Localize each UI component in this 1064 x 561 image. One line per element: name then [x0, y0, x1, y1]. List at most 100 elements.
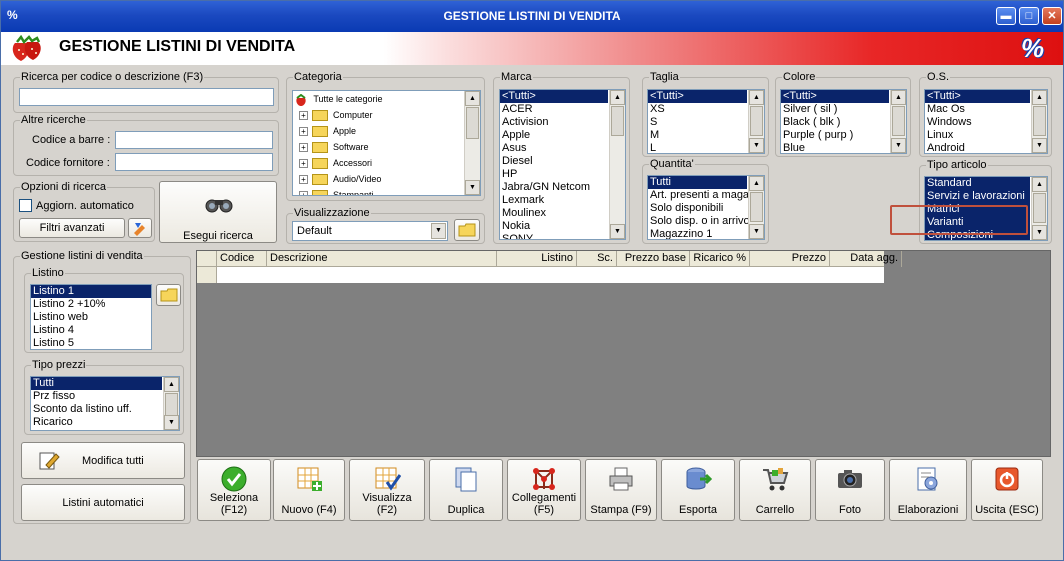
list-item[interactable]: Diesel — [500, 155, 608, 168]
table-row[interactable] — [197, 267, 884, 283]
column-header[interactable]: Codice — [217, 251, 267, 267]
scroll-down-arrow-icon[interactable]: ▼ — [610, 224, 625, 239]
expand-plus-icon[interactable]: + — [299, 111, 308, 121]
list-item[interactable]: Tutti — [31, 377, 162, 390]
chevron-down-icon[interactable]: ▼ — [431, 223, 446, 239]
expand-plus-icon[interactable]: + — [299, 127, 308, 137]
list-item[interactable]: Jabra/GN Netcom — [500, 181, 608, 194]
scroll-down-arrow-icon[interactable]: ▼ — [465, 180, 480, 195]
camera-button[interactable]: Foto — [815, 459, 885, 521]
list-item[interactable]: Listino 4 — [31, 324, 151, 337]
auto-update-checkbox[interactable] — [19, 199, 32, 212]
list-item[interactable]: Apple — [500, 129, 608, 142]
column-header[interactable]: Descrizione — [267, 251, 497, 267]
list-item[interactable]: Black ( blk ) — [781, 116, 889, 129]
auto-lists-button[interactable]: Listini automatici — [21, 484, 185, 521]
scroll-down-arrow-icon[interactable]: ▼ — [164, 415, 179, 430]
list-item[interactable]: <Tutti> — [648, 90, 747, 103]
view-folder-button[interactable] — [454, 219, 480, 241]
list-scrollbar[interactable]: ▲ ▼ — [748, 90, 764, 153]
column-header[interactable]: Sc. — [577, 251, 617, 267]
list-item[interactable]: M — [648, 129, 747, 142]
advanced-filters-button[interactable]: Filtri avanzati — [19, 218, 125, 238]
color-list[interactable]: <Tutti> Silver ( sil ) Black ( blk ) Purple… — [780, 89, 907, 154]
os-list[interactable]: <Tutti> Mac Os Windows Linux Android ▲ ▼ — [924, 89, 1048, 154]
scroll-up-arrow-icon[interactable]: ▲ — [465, 91, 480, 106]
process-button[interactable]: Elaborazioni — [889, 459, 967, 521]
column-header[interactable]: Prezzo base — [617, 251, 690, 267]
expand-plus-icon[interactable]: + — [299, 191, 308, 195]
list-item[interactable]: Prz fisso — [31, 390, 162, 403]
barcode-input[interactable] — [115, 131, 273, 149]
view-select[interactable]: Default ▼ — [292, 221, 448, 241]
run-search-button[interactable]: Esegui ricerca — [159, 181, 277, 243]
filter-edit-button[interactable] — [128, 218, 152, 238]
category-item[interactable]: + Audio/Video — [293, 171, 480, 187]
category-item[interactable]: + Apple — [293, 123, 480, 139]
category-scrollbar[interactable]: ▲ ▼ — [464, 91, 480, 195]
list-item[interactable]: Moulinex — [500, 207, 608, 220]
list-item[interactable]: Activision — [500, 116, 608, 129]
category-root[interactable]: Tutte le categorie — [293, 91, 480, 107]
list-item[interactable]: Solo disp. o in arrivo — [648, 215, 750, 228]
list-scrollbar[interactable]: ▲ ▼ — [1031, 177, 1047, 240]
scroll-up-arrow-icon[interactable]: ▲ — [749, 90, 764, 105]
list-item[interactable]: Mac Os — [925, 103, 1030, 116]
list-item[interactable]: Ricarico — [31, 416, 162, 429]
list-item[interactable]: ACER — [500, 103, 608, 116]
list-item[interactable]: S — [648, 116, 747, 129]
list-scrollbar[interactable]: ▲ ▼ — [609, 90, 625, 239]
scroll-up-arrow-icon[interactable]: ▲ — [610, 90, 625, 105]
scroll-down-arrow-icon[interactable]: ▼ — [1032, 225, 1047, 240]
export-button[interactable]: Esporta — [661, 459, 735, 521]
price-list-table[interactable]: Codice Descrizione Listino Sc. Prezzo base Ri… — [196, 250, 1051, 457]
scroll-down-arrow-icon[interactable]: ▼ — [1032, 138, 1047, 153]
price-list-folder-button[interactable] — [156, 284, 181, 306]
scroll-thumb[interactable] — [750, 106, 763, 136]
search-input[interactable] — [19, 88, 274, 106]
list-item[interactable]: HP — [500, 168, 608, 181]
list-item[interactable]: Art. presenti a magazzino — [648, 189, 764, 202]
list-item[interactable]: Blue — [781, 142, 889, 153]
supplier-code-input[interactable] — [115, 153, 273, 171]
quantity-list[interactable]: Tutti Art. presenti a magazzino Solo dispo… — [647, 175, 765, 240]
list-item[interactable]: Silver ( sil ) — [781, 103, 889, 116]
list-item[interactable]: <Tutti> — [925, 90, 1030, 103]
list-item[interactable]: Purple ( purp ) — [781, 129, 889, 142]
list-item[interactable]: <Tutti> — [500, 90, 608, 103]
scroll-up-arrow-icon[interactable]: ▲ — [1032, 177, 1047, 192]
list-item[interactable]: Listino 2 +10% — [31, 298, 151, 311]
list-item[interactable]: L — [648, 142, 747, 153]
column-header[interactable]: Prezzo — [750, 251, 830, 267]
minimize-button[interactable]: ▬ — [996, 7, 1016, 25]
close-button[interactable]: ✕ — [1042, 7, 1062, 25]
column-header[interactable]: Data agg. — [830, 251, 902, 267]
scroll-thumb[interactable] — [892, 106, 905, 136]
printer-button[interactable]: Stampa (F9) — [585, 459, 657, 521]
scroll-thumb[interactable] — [466, 107, 479, 139]
scroll-up-arrow-icon[interactable]: ▲ — [164, 377, 179, 392]
brand-list[interactable]: <Tutti> ACER Activision Apple Asus Diesel HP Ja… — [499, 89, 626, 240]
list-item[interactable]: Magazzino 1 — [648, 228, 747, 239]
list-item[interactable]: Servizi e lavorazioni — [925, 190, 1030, 203]
list-item[interactable]: Tutti — [648, 176, 747, 189]
expand-plus-icon[interactable]: + — [299, 143, 308, 153]
maximize-button[interactable]: □ — [1019, 7, 1039, 25]
list-item[interactable]: Listino 1 — [31, 285, 151, 298]
list-item[interactable]: Asus — [500, 142, 608, 155]
scroll-up-arrow-icon[interactable]: ▲ — [1032, 90, 1047, 105]
list-item[interactable]: <Tutti> — [781, 90, 889, 103]
scroll-thumb[interactable] — [1033, 193, 1046, 223]
list-item[interactable]: SONY — [500, 233, 608, 239]
list-scrollbar[interactable]: ▲ ▼ — [1031, 90, 1047, 153]
exit-button[interactable]: Uscita (ESC) — [971, 459, 1043, 521]
price-list-list[interactable]: Listino 1 Listino 2 +10% Listino web Listin… — [30, 284, 152, 350]
price-type-list[interactable]: Tutti Prz fisso Sconto da listino uff. Rica… — [30, 376, 180, 431]
cart-button[interactable]: Carrello — [739, 459, 811, 521]
list-item[interactable]: Android — [925, 142, 1030, 153]
list-item[interactable]: Listino web — [31, 311, 151, 324]
list-scrollbar[interactable]: ▲ ▼ — [748, 176, 764, 239]
list-item[interactable]: Sconto da listino uff. — [31, 403, 162, 416]
expand-plus-icon[interactable]: + — [299, 175, 308, 185]
scroll-up-arrow-icon[interactable]: ▲ — [891, 90, 906, 105]
